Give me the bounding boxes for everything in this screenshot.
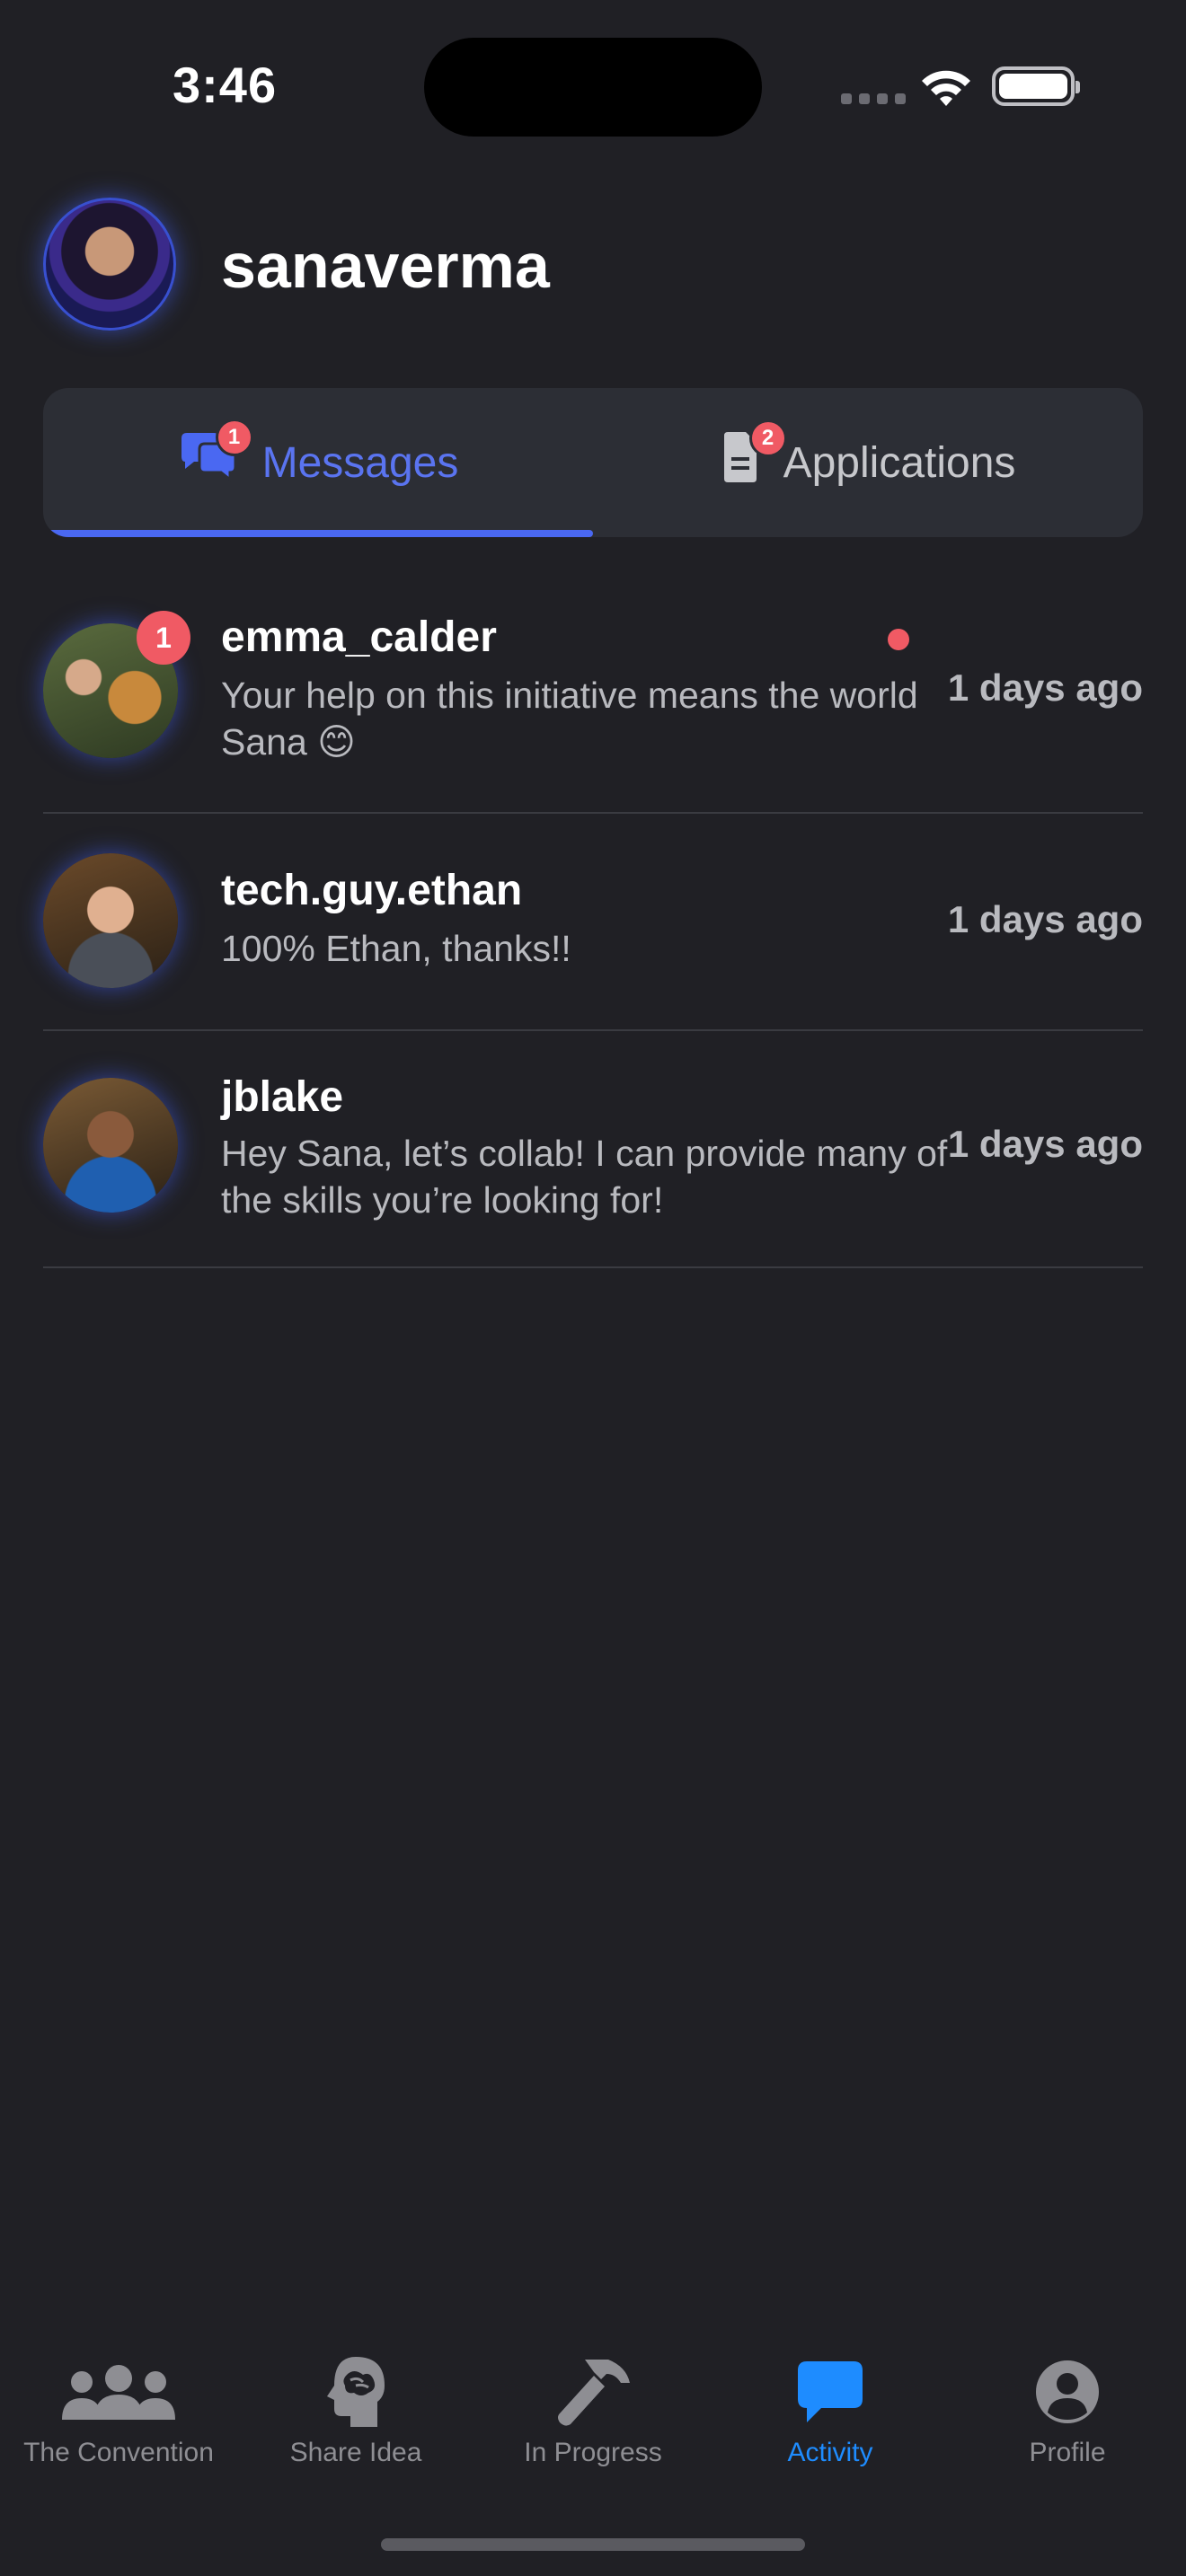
avatar bbox=[43, 853, 178, 988]
chat-bubble-icon bbox=[794, 2353, 866, 2430]
message-preview: Your help on this initiative means the w… bbox=[221, 675, 918, 763]
tab-applications-label: Applications bbox=[783, 438, 1016, 487]
segment-tabs: 1 Messages 2 Applications bbox=[43, 388, 1143, 537]
dynamic-island bbox=[424, 38, 762, 137]
chat-bubbles-icon: 1 bbox=[178, 419, 253, 494]
tab-label: Activity bbox=[787, 2438, 873, 2467]
tab-label: The Convention bbox=[23, 2438, 214, 2467]
brain-head-icon bbox=[323, 2353, 388, 2430]
profile-avatar[interactable] bbox=[43, 198, 176, 331]
timestamp: 1 days ago bbox=[947, 666, 1143, 709]
bottom-tab-bar: The Convention Share Idea In Progress Ac… bbox=[0, 2353, 1186, 2479]
messages-badge: 1 bbox=[215, 419, 253, 456]
tab-label: Share Idea bbox=[289, 2438, 422, 2467]
tab-label: Profile bbox=[1029, 2438, 1106, 2467]
page-title-username: sanaverma bbox=[221, 231, 550, 301]
sender-name: tech.guy.ethan bbox=[221, 867, 523, 914]
unread-count-badge: 1 bbox=[137, 611, 190, 665]
tab-applications[interactable]: 2 Applications bbox=[593, 388, 1143, 537]
list-item[interactable]: tech.guy.ethan 100% Ethan, thanks!! 1 da… bbox=[43, 812, 1143, 1031]
avatar bbox=[43, 1078, 178, 1213]
tab-share-idea[interactable]: Share Idea bbox=[237, 2353, 474, 2468]
timestamp: 1 days ago bbox=[947, 898, 1143, 940]
applications-badge: 2 bbox=[748, 419, 787, 457]
people-icon bbox=[60, 2353, 177, 2430]
message-preview: Hey Sana, let’s collab! I can provide ma… bbox=[221, 1133, 948, 1221]
status-time: 3:46 bbox=[173, 57, 278, 113]
wifi-icon bbox=[922, 70, 970, 106]
sender-name: jblake bbox=[221, 1073, 344, 1121]
tab-label: In Progress bbox=[524, 2438, 662, 2467]
sender-name: emma_calder bbox=[221, 613, 497, 661]
tab-profile[interactable]: Profile bbox=[949, 2353, 1186, 2468]
message-preview: 100% Ethan, thanks!! bbox=[221, 928, 571, 969]
tab-messages[interactable]: 1 Messages bbox=[43, 388, 593, 537]
person-circle-icon bbox=[1034, 2353, 1101, 2430]
tab-in-progress[interactable]: In Progress bbox=[474, 2353, 712, 2468]
list-item[interactable]: 1 emma_calder Your help on this initiati… bbox=[43, 593, 1143, 814]
timestamp: 1 days ago bbox=[947, 1123, 1143, 1165]
battery-icon bbox=[992, 66, 1080, 106]
tab-the-convention[interactable]: The Convention bbox=[0, 2353, 237, 2468]
list-item[interactable]: jblake Hey Sana, let’s collab! I can pro… bbox=[43, 1029, 1143, 1268]
unread-dot bbox=[888, 629, 909, 650]
hammer-icon bbox=[554, 2353, 632, 2430]
tab-active-indicator bbox=[43, 530, 593, 537]
tab-messages-label: Messages bbox=[261, 438, 459, 487]
cellular-signal-icon bbox=[841, 93, 906, 104]
tab-activity[interactable]: Activity bbox=[712, 2353, 949, 2468]
document-icon: 2 bbox=[721, 419, 787, 493]
home-indicator bbox=[381, 2538, 805, 2551]
